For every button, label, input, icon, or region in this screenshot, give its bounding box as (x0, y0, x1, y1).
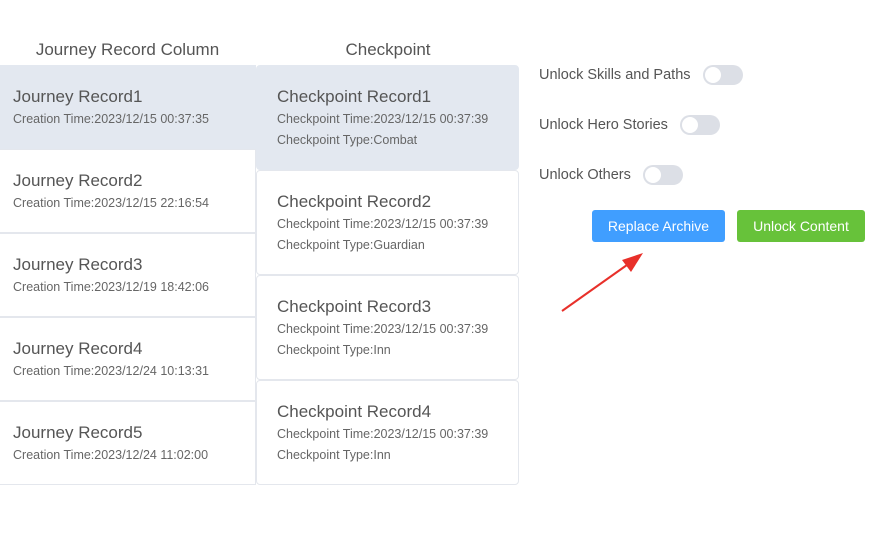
checkpoint-item[interactable]: Checkpoint Record1 Checkpoint Time:2023/… (256, 65, 519, 170)
checkpoint-time: Checkpoint Time:2023/12/15 00:37:39 (277, 112, 489, 126)
checkpoint-title: Checkpoint Record4 (277, 402, 432, 421)
arrow-shaft (561, 259, 635, 312)
journey-record-creation-time: Creation Time:2023/12/15 22:16:54 (13, 196, 209, 210)
checkpoint-type: Checkpoint Type:Guardian (277, 238, 425, 252)
checkpoint-type: Checkpoint Type:Inn (277, 448, 391, 462)
unlock-skills-toggle[interactable] (702, 65, 743, 85)
toggle-row-hero-stories: Unlock Hero Stories (539, 115, 720, 135)
toggle-label: Unlock Others (539, 167, 631, 183)
journey-record-title: Journey Record2 (13, 171, 143, 190)
journey-record-creation-time: Creation Time:2023/12/15 00:37:35 (13, 112, 209, 126)
unlock-hero-stories-toggle[interactable] (679, 115, 720, 135)
journey-record-creation-time: Creation Time:2023/12/24 10:13:31 (13, 364, 209, 378)
replace-archive-button[interactable]: Replace Archive (592, 210, 725, 242)
checkpoint-time: Checkpoint Time:2023/12/15 00:37:39 (277, 322, 489, 336)
unlock-others-toggle[interactable] (642, 165, 683, 185)
journey-record-item[interactable]: Journey Record1 Creation Time:2023/12/15… (0, 65, 256, 149)
unlock-content-button[interactable]: Unlock Content (737, 210, 865, 242)
toggle-knob (681, 117, 698, 133)
toggle-label: Unlock Skills and Paths (539, 67, 691, 83)
checkpoint-title: Checkpoint Record2 (277, 192, 432, 211)
checkpoint-item[interactable]: Checkpoint Record4 Checkpoint Time:2023/… (256, 380, 519, 485)
checkpoint-title: Checkpoint Record1 (277, 87, 432, 106)
checkpoint-item[interactable]: Checkpoint Record2 Checkpoint Time:2023/… (256, 170, 519, 275)
checkpoint-title: Checkpoint Record3 (277, 297, 432, 316)
journey-record-item[interactable]: Journey Record5 Creation Time:2023/12/24… (0, 401, 256, 485)
journey-record-title: Journey Record1 (13, 87, 143, 106)
checkpoint-list: Checkpoint Record1 Checkpoint Time:2023/… (256, 65, 519, 485)
journey-record-item[interactable]: Journey Record2 Creation Time:2023/12/15… (0, 149, 256, 233)
checkpoint-column-header: Checkpoint (345, 40, 431, 59)
journey-record-item[interactable]: Journey Record4 Creation Time:2023/12/24… (0, 317, 256, 401)
toggle-row-others: Unlock Others (539, 165, 683, 185)
journey-record-title: Journey Record5 (13, 423, 143, 442)
toggle-label: Unlock Hero Stories (539, 117, 668, 133)
journey-record-list: Journey Record1 Creation Time:2023/12/15… (0, 65, 256, 485)
checkpoint-item[interactable]: Checkpoint Record3 Checkpoint Time:2023/… (256, 275, 519, 380)
journey-record-creation-time: Creation Time:2023/12/19 18:42:06 (13, 280, 209, 294)
toggle-knob (704, 67, 721, 83)
toggle-row-skills: Unlock Skills and Paths (539, 65, 743, 85)
arrow-head (622, 253, 643, 272)
checkpoint-type: Checkpoint Type:Combat (277, 133, 418, 147)
checkpoint-time: Checkpoint Time:2023/12/15 00:37:39 (277, 427, 489, 441)
toggle-knob (644, 167, 661, 183)
journey-column-header: Journey Record Column (35, 40, 220, 59)
journey-record-item[interactable]: Journey Record3 Creation Time:2023/12/19… (0, 233, 256, 317)
journey-record-title: Journey Record3 (13, 255, 143, 274)
checkpoint-type: Checkpoint Type:Inn (277, 343, 391, 357)
journey-record-creation-time: Creation Time:2023/12/24 11:02:00 (13, 448, 209, 462)
checkpoint-time: Checkpoint Time:2023/12/15 00:37:39 (277, 217, 489, 231)
journey-record-title: Journey Record4 (13, 339, 143, 358)
